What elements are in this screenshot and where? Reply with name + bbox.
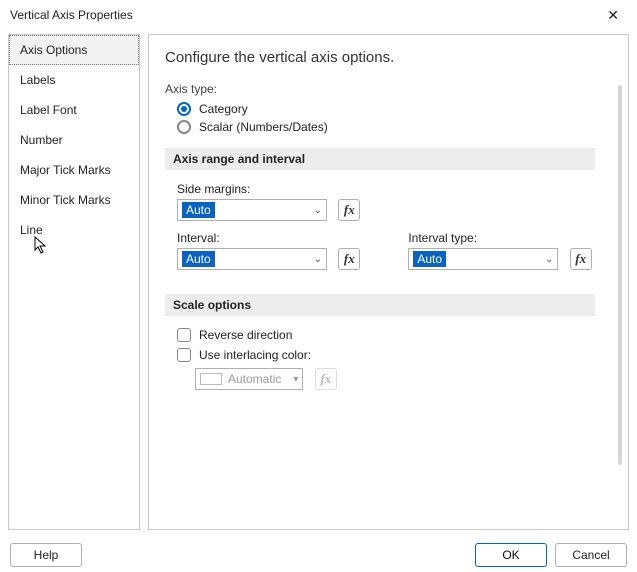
content-panel: Configure the vertical axis options. Axi…: [148, 34, 629, 530]
interval-label: Interval:: [177, 231, 360, 245]
interlace-label: Use interlacing color:: [199, 348, 311, 362]
page-heading: Configure the vertical axis options.: [165, 49, 612, 66]
side-margins-combo[interactable]: Auto ⌄: [177, 199, 327, 221]
interlace-color-combo[interactable]: Automatic ▾: [195, 368, 303, 390]
interval-type-combo[interactable]: Auto ⌄: [408, 248, 558, 270]
nav-item-major-tick-marks[interactable]: Major Tick Marks: [9, 155, 139, 185]
ok-button[interactable]: OK: [475, 543, 547, 567]
section-range: Axis range and interval: [165, 148, 595, 170]
reverse-checkbox[interactable]: [177, 328, 191, 342]
help-button[interactable]: Help: [10, 543, 82, 567]
nav-item-labels[interactable]: Labels: [9, 65, 139, 95]
interval-type-value: Auto: [413, 251, 446, 267]
nav-item-minor-tick-marks[interactable]: Minor Tick Marks: [9, 185, 139, 215]
radio-scalar-label: Scalar (Numbers/Dates): [199, 120, 328, 134]
interlace-color-label: Automatic: [228, 372, 281, 386]
axis-type-label: Axis type:: [165, 82, 612, 96]
nav-item-axis-options[interactable]: Axis Options: [9, 35, 139, 65]
chevron-down-icon: ⌄: [314, 205, 322, 216]
interlace-color-fx-button[interactable]: fx: [315, 368, 337, 390]
section-scale: Scale options: [165, 294, 595, 316]
radio-scalar[interactable]: [177, 120, 191, 134]
chevron-down-icon: ⌄: [545, 254, 553, 265]
nav-item-label-font[interactable]: Label Font: [9, 95, 139, 125]
nav-item-line[interactable]: Line: [9, 215, 139, 245]
nav-list: Axis Options Labels Label Font Number Ma…: [8, 34, 140, 530]
scrollbar[interactable]: [618, 85, 622, 465]
cancel-button[interactable]: Cancel: [555, 543, 627, 567]
window-title: Vertical Axis Properties: [10, 8, 133, 22]
caret-down-icon: ▾: [293, 374, 298, 385]
side-margins-fx-button[interactable]: fx: [338, 199, 360, 221]
reverse-label: Reverse direction: [199, 328, 292, 342]
color-swatch: [200, 373, 222, 385]
nav-item-number[interactable]: Number: [9, 125, 139, 155]
chevron-down-icon: ⌄: [314, 254, 322, 265]
side-margins-value: Auto: [182, 202, 215, 218]
interlace-checkbox[interactable]: [177, 348, 191, 362]
interval-type-fx-button[interactable]: fx: [570, 248, 592, 270]
close-icon[interactable]: ✕: [599, 4, 627, 26]
radio-category[interactable]: [177, 102, 191, 116]
interval-type-label: Interval type:: [408, 231, 591, 245]
side-margins-label: Side margins:: [177, 182, 612, 196]
radio-category-label: Category: [199, 102, 248, 116]
interval-value: Auto: [182, 251, 215, 267]
interval-combo[interactable]: Auto ⌄: [177, 248, 327, 270]
interval-fx-button[interactable]: fx: [338, 248, 360, 270]
